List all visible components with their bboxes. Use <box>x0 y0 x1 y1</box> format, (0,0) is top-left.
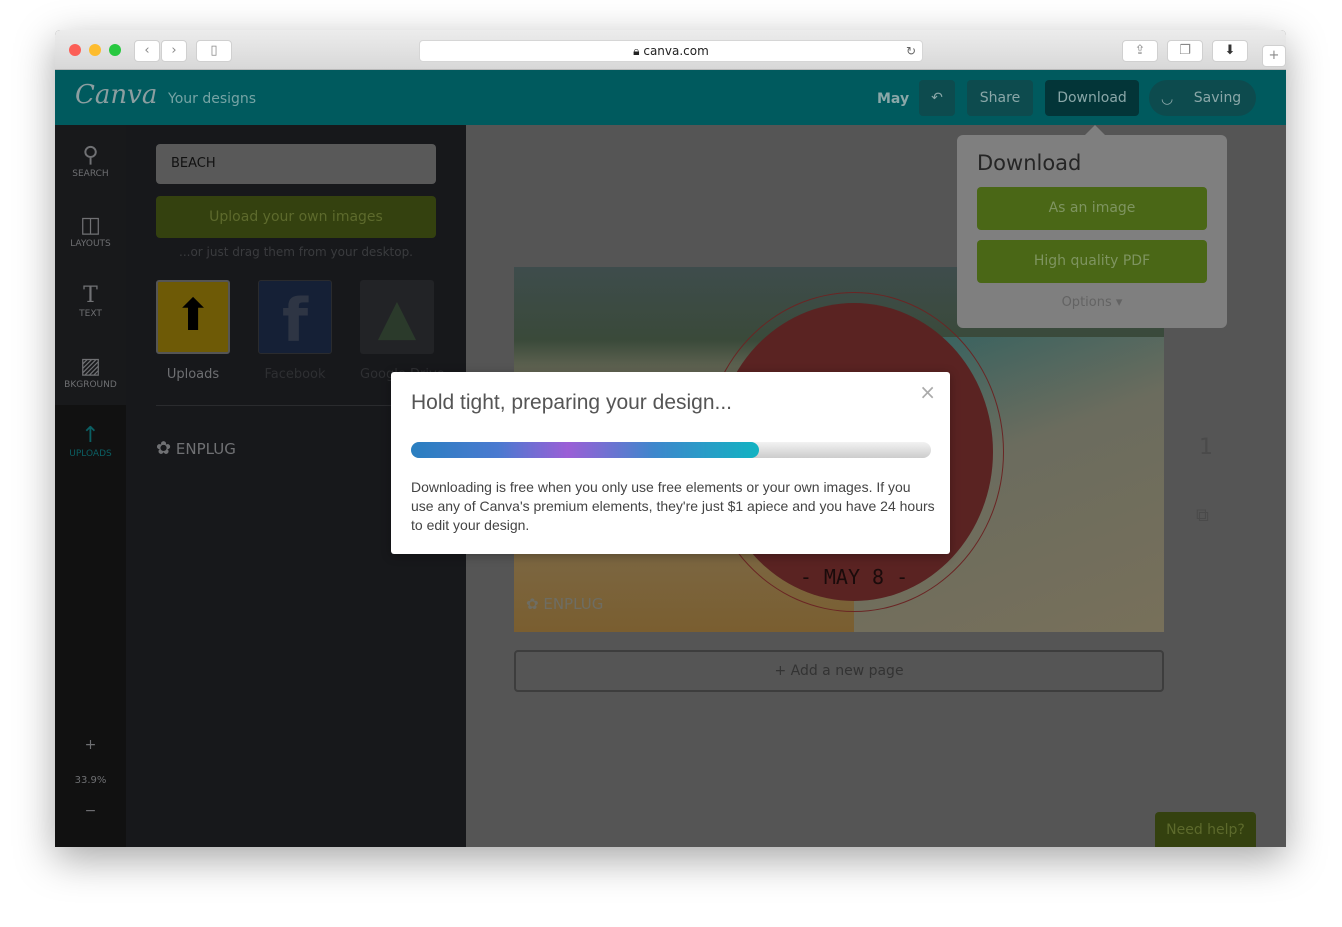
progress-fill <box>411 442 760 458</box>
reload-icon[interactable]: ↻ <box>906 41 916 62</box>
sidebar-item-text[interactable]: T TEXT <box>55 283 126 319</box>
pdf-button[interactable]: High quality PDF <box>977 240 1207 283</box>
uploads-source[interactable]: ⬆ <box>156 280 230 354</box>
progress-bar <box>411 442 931 458</box>
enplug-brand: ✿ ENPLUG <box>526 595 603 613</box>
download-popover: Download As an image High quality PDF Op… <box>957 125 1227 328</box>
design-name[interactable]: May <box>877 91 909 107</box>
sidebar-item-search[interactable]: ⚲ SEARCH <box>55 143 126 179</box>
text-icon: T <box>83 283 98 308</box>
preparing-modal: Hold tight, preparing your design... × D… <box>391 372 950 554</box>
upload-images-button[interactable]: Upload your own images <box>156 196 436 238</box>
folder-label: ENPLUG <box>175 440 236 458</box>
address-bar[interactable]: 🔒︎ canva.com ↻ <box>419 40 923 62</box>
enplug-logo-icon: ✿ <box>156 438 172 459</box>
sidebar-label: BKGROUND <box>64 380 117 390</box>
modal-title: Hold tight, preparing your design... <box>411 391 733 414</box>
tabs-icon[interactable]: ❐ <box>1167 40 1203 62</box>
page-number: 1 <box>1199 435 1213 460</box>
close-icon[interactable]: × <box>919 380 936 404</box>
upload-arrow-icon: ↑ <box>81 423 100 448</box>
enplug-logo-icon: ✿ <box>526 595 539 613</box>
minimize-window-button[interactable] <box>89 44 101 56</box>
saving-label: Saving <box>1193 90 1242 106</box>
app-header: Canva Your designs May ↶ Share Download … <box>55 70 1286 125</box>
sidebar-label: TEXT <box>79 309 102 319</box>
zoom-window-button[interactable] <box>109 44 121 56</box>
search-icon: ⚲ <box>82 143 99 168</box>
search-input[interactable]: BEACH <box>156 144 436 184</box>
browser-toolbar: ‹ › ▯ 🔒︎ canva.com ↻ ⇪ ❐ ⬇ + <box>55 30 1286 70</box>
uploads-label: Uploads <box>166 367 220 382</box>
upload-arrow-icon: ⬆ <box>174 290 212 341</box>
close-window-button[interactable] <box>69 44 81 56</box>
back-icon[interactable]: ‹ <box>134 40 160 62</box>
google-drive-source[interactable]: ▲ <box>360 280 434 354</box>
sidebar-label: UPLOADS <box>69 449 112 459</box>
spinner-icon: ◡ <box>1161 91 1174 107</box>
facebook-label: Facebook <box>264 367 326 382</box>
canva-logo[interactable]: Canva <box>75 80 157 110</box>
lock-icon: 🔒︎ <box>633 44 644 58</box>
sidebar-item-uploads[interactable]: ↑ UPLOADS <box>55 423 126 459</box>
forward-icon[interactable]: › <box>161 40 187 62</box>
google-drive-icon: ▲ <box>377 288 417 346</box>
copy-page-icon[interactable]: ⧉ <box>1196 505 1209 526</box>
sidebar-item-background[interactable]: ▨ BKGROUND <box>55 354 126 390</box>
url-text: canva.com <box>643 44 709 58</box>
share-icon[interactable]: ⇪ <box>1122 40 1158 62</box>
zoom-level: 33.9% <box>74 775 107 786</box>
undo-button[interactable]: ↶ <box>919 80 955 116</box>
zoom-in-button[interactable]: + <box>55 737 126 753</box>
sidebar-label: SEARCH <box>72 169 109 179</box>
as-image-button[interactable]: As an image <box>977 187 1207 230</box>
undo-icon: ↶ <box>931 90 943 106</box>
layouts-icon: ◫ <box>80 213 101 238</box>
folder-enplug[interactable]: ✿ ENPLUG <box>156 438 236 459</box>
brand-text: ENPLUG <box>543 595 604 613</box>
modal-body: Downloading is free when you only use fr… <box>411 479 935 533</box>
facebook-source[interactable]: f <box>258 280 332 356</box>
zoom-out-button[interactable]: − <box>55 803 126 819</box>
sidebar-label: LAYOUTS <box>70 239 111 249</box>
add-page-button[interactable]: + Add a new page <box>514 650 1164 692</box>
share-button[interactable]: Share <box>967 80 1033 116</box>
facebook-icon: f <box>281 286 309 356</box>
popover-title: Download <box>977 151 1082 175</box>
downloads-icon[interactable]: ⬇ <box>1212 40 1248 62</box>
your-designs-link[interactable]: Your designs <box>168 91 256 107</box>
drag-hint: ...or just drag them from your desktop. <box>179 245 413 259</box>
sidebar-item-layouts[interactable]: ◫ LAYOUTS <box>55 213 126 249</box>
options-dropdown[interactable]: Options ▾ <box>957 295 1227 310</box>
need-help-button[interactable]: Need help? <box>1155 812 1256 847</box>
date-text: - MAY 8 - <box>799 565 909 589</box>
sidebar-toggle-icon[interactable]: ▯ <box>196 40 232 62</box>
sidebar-nav: ⚲ SEARCH ◫ LAYOUTS T TEXT ▨ BKGROUND ↑ UPLOAD… <box>55 125 126 847</box>
saving-status: ◡ Saving <box>1149 80 1256 116</box>
background-icon: ▨ <box>80 354 101 379</box>
new-tab-icon[interactable]: + <box>1262 45 1286 67</box>
download-button[interactable]: Download <box>1045 80 1139 116</box>
